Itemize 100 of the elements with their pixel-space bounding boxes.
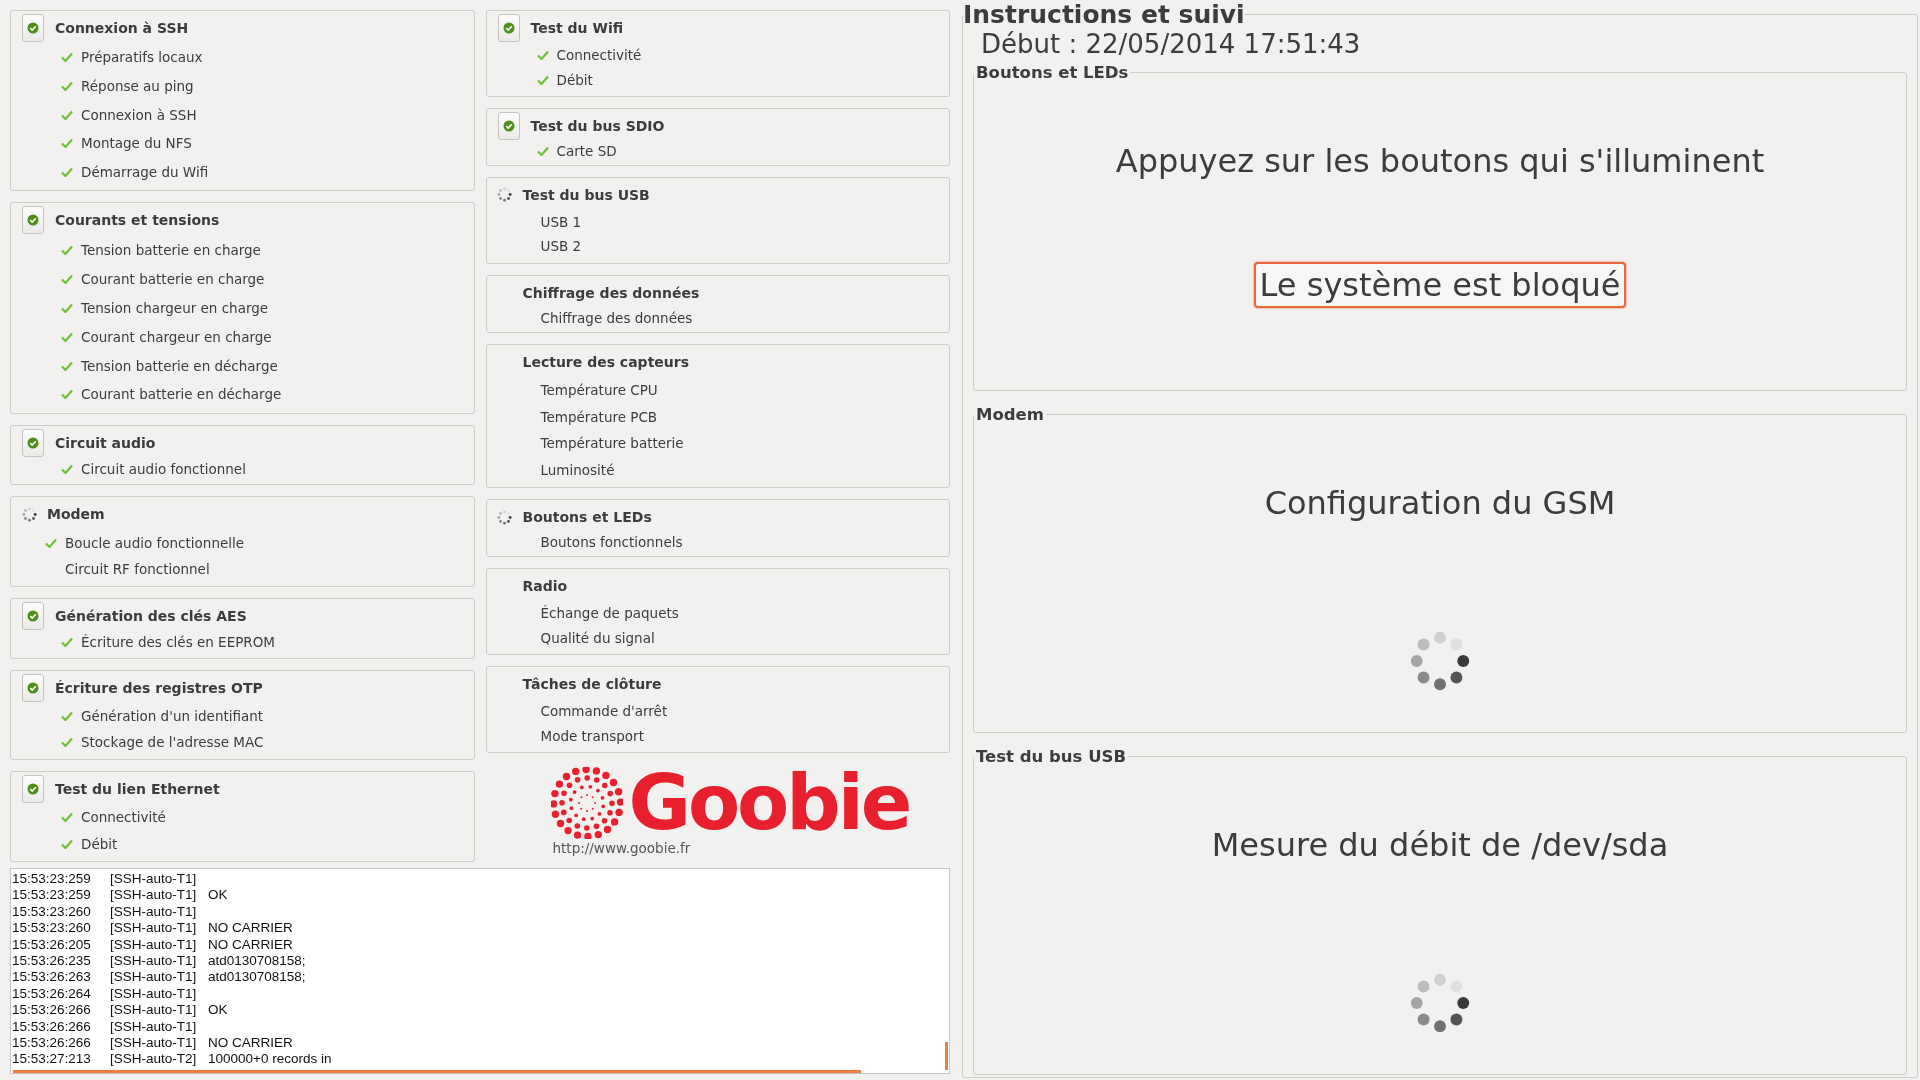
test-item-label: Circuit audio fonctionnel — [81, 461, 246, 478]
section-title: Test du bus USB — [975, 747, 1127, 766]
test-item-label: Mode transport — [540, 727, 644, 744]
start-time: Début : 22/05/2014 17:51:43 — [981, 29, 1362, 59]
log-thread: [SSH-auto-T1] — [110, 920, 198, 937]
brand-logo: Goobie — [628, 765, 910, 841]
test-item-label: Température CPU — [540, 381, 658, 398]
test-item-label: Préparatifs locaux — [81, 49, 203, 66]
log-timestamp: 15:53:23:260 — [12, 903, 92, 921]
log-thread: [SSH-auto-T1] — [110, 1035, 198, 1052]
test-item-label: Luminosité — [540, 461, 615, 478]
section-title: Modem — [975, 405, 1045, 424]
log-timestamp: 15:53:23:259 — [12, 887, 92, 904]
log-thread: [SSH-auto-T1] — [110, 1002, 198, 1019]
group-title: Test du lien Ethernet — [55, 781, 220, 798]
log-timestamp: 15:53:26:266 — [12, 1002, 92, 1019]
test-item-label: Température batterie — [540, 435, 684, 452]
test-item-label: Chiffrage des données — [540, 309, 693, 326]
test-item-label: Connectivité — [81, 809, 166, 826]
alert-message: Le système est bloqué — [1253, 262, 1627, 308]
test-item-label: Réponse au ping — [81, 78, 194, 94]
log-timestamp: 15:53:26:266 — [12, 1018, 92, 1036]
test-item-label: Écriture des clés en EEPROM — [81, 634, 275, 651]
log-timestamp: 15:53:27:213 — [12, 1051, 92, 1068]
test-item-label: Circuit RF fonctionnel — [65, 561, 210, 577]
log-thread: [SSH-auto-T1] — [110, 871, 198, 888]
group-title: Courants et tensions — [55, 212, 220, 229]
test-item-label: Boucle audio fonctionnelle — [65, 534, 245, 551]
status-button[interactable] — [22, 775, 44, 804]
log-message: OK — [208, 1002, 228, 1019]
status-button[interactable] — [22, 206, 44, 235]
test-item-label: Échange de paquets — [540, 605, 679, 622]
test-item-label: Courant batterie en décharge — [81, 386, 282, 403]
group-title: Chiffrage des données — [522, 284, 700, 301]
log-thread: [SSH-auto-T1] — [110, 887, 198, 904]
check-circle-icon — [27, 22, 39, 34]
log-message: 100000+0 records in — [208, 1051, 332, 1068]
dotted-sun-logo-icon — [550, 767, 623, 839]
check-circle-icon — [502, 22, 515, 34]
log-message: NO CARRIER — [208, 936, 293, 954]
log-timestamp: 15:53:26:263 — [12, 969, 92, 986]
log-message: NO CARRIER — [208, 1035, 293, 1052]
status-button[interactable] — [497, 111, 520, 140]
check-circle-icon — [502, 119, 515, 132]
log-thread: [SSH-auto-T1] — [110, 936, 198, 954]
group-title: Génération des clés AES — [55, 608, 247, 625]
test-item-label: Tension batterie en charge — [81, 241, 261, 258]
test-item-label: Tension chargeur en charge — [81, 299, 269, 316]
check-circle-icon — [27, 681, 39, 694]
log-message: NO CARRIER — [208, 920, 293, 937]
status-button[interactable] — [22, 602, 44, 631]
status-button[interactable] — [22, 429, 44, 457]
test-item-label: Débit — [556, 71, 593, 88]
group-title: Tâches de clôture — [522, 676, 662, 693]
check-circle-icon — [27, 610, 39, 623]
check-circle-icon — [27, 783, 39, 796]
check-circle-icon — [27, 214, 39, 227]
test-item-label: Courant chargeur en charge — [81, 328, 272, 345]
test-item-label: Débit — [81, 835, 118, 852]
test-item-label: Boutons fonctionnels — [540, 534, 683, 551]
log-timestamp: 15:53:26:266 — [12, 1035, 92, 1052]
log-timestamp: 15:53:26:205 — [12, 936, 92, 954]
test-item-label: USB 1 — [540, 214, 582, 230]
test-item-label: Température PCB — [540, 408, 658, 425]
log-timestamp: 15:53:26:264 — [12, 985, 92, 1003]
website-link[interactable]: http://www.goobie.fr — [552, 840, 691, 856]
section-title: Boutons et LEDs — [975, 63, 1130, 82]
group-title: Test du Wifi — [530, 20, 624, 36]
instruction-text: Appuyez sur les boutons qui s'illuminent — [1115, 142, 1765, 180]
test-item-label: Tension batterie en décharge — [81, 357, 278, 374]
group-title: Connexion à SSH — [55, 20, 189, 36]
instruction-text: Mesure du débit de /dev/sda — [1211, 826, 1669, 864]
check-circle-icon — [27, 437, 39, 449]
log-message: atd0130708158; — [208, 969, 306, 986]
group-title: Test du bus SDIO — [530, 117, 665, 134]
status-button[interactable] — [497, 14, 520, 42]
log-thread: [SSH-auto-T2] — [110, 1051, 198, 1068]
instruction-text: Configuration du GSM — [1264, 484, 1616, 522]
group-title: Lecture des capteurs — [522, 353, 690, 370]
vertical-scrollbar-thumb[interactable] — [945, 1042, 948, 1070]
log-thread: [SSH-auto-T1] — [110, 1018, 198, 1036]
test-item-label: Qualité du signal — [540, 629, 655, 646]
group-title: Boutons et LEDs — [522, 509, 652, 526]
group-title: Modem — [47, 506, 105, 523]
test-item-label: Stockage de l'adresse MAC — [81, 734, 264, 751]
log-timestamp: 15:53:23:259 — [12, 871, 92, 888]
status-button[interactable] — [22, 673, 44, 702]
group-title: Écriture des registres OTP — [55, 679, 263, 696]
horizontal-scrollbar-thumb[interactable] — [13, 1070, 861, 1073]
log-thread: [SSH-auto-T1] — [110, 985, 198, 1003]
log-message: atd0130708158; — [208, 953, 306, 970]
status-button[interactable] — [22, 14, 44, 42]
test-item-label: Montage du NFS — [81, 135, 192, 152]
log-thread: [SSH-auto-T1] — [110, 953, 198, 970]
log-thread: [SSH-auto-T1] — [110, 969, 198, 986]
test-item-label: USB 2 — [540, 238, 582, 255]
log-timestamp: 15:53:26:235 — [12, 953, 92, 970]
group-title: Test du bus USB — [522, 186, 650, 203]
test-item-label: Carte SD — [556, 142, 617, 159]
group-title: Circuit audio — [55, 435, 156, 451]
